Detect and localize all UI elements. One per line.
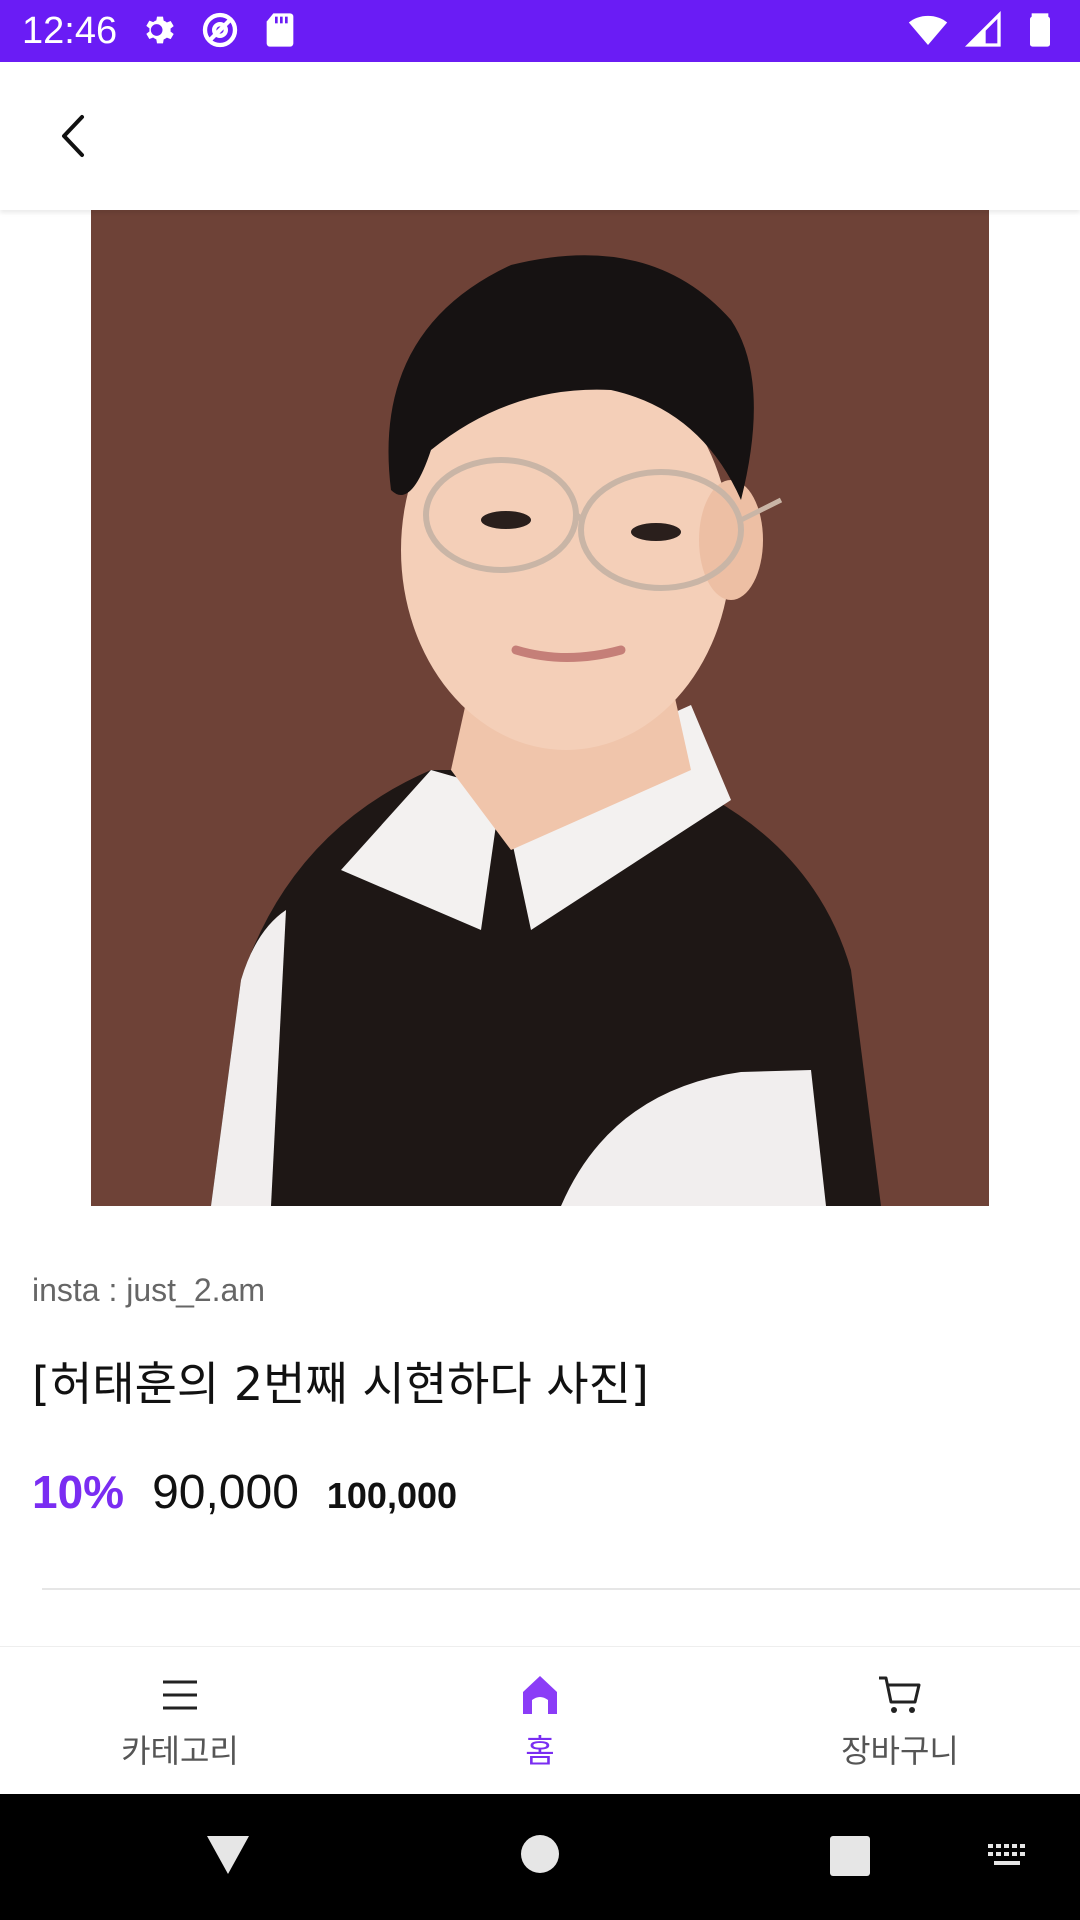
chevron-left-icon [62,115,84,157]
home-icon [523,1675,557,1714]
nav-label-category: 카테고리 [121,1731,239,1770]
sale-price: 90,000 [152,1466,299,1519]
original-price: 100,000 [326,1475,458,1516]
nav-item-cart[interactable]: 장바구니 [720,1647,1080,1794]
nav-item-home[interactable]: 홈 [360,1647,720,1794]
nav-label-home: 홈 [525,1731,555,1770]
keyboard-icon[interactable] [986,1842,1030,1870]
battery-icon [1030,13,1050,47]
signal-icon [964,10,1001,47]
back-triangle-icon[interactable] [205,1834,251,1876]
wifi-icon [908,15,948,45]
status-time: 12:46 [22,10,118,52]
nav-item-category[interactable]: 카테고리 [0,1647,360,1794]
at-sign-icon [202,12,238,48]
home-circle-icon[interactable] [520,1834,560,1874]
back-button[interactable] [40,102,108,170]
settings-icon [146,16,174,44]
nav-label-cart: 장바구니 [841,1731,959,1770]
product-title: [허태훈의 2번째 시현하다 사진] [32,1357,649,1411]
portrait-illustration [91,210,989,1206]
price-row: 10% 90,000 100,000 [32,1465,457,1520]
status-icons-left [140,10,300,50]
status-icons-right [908,10,1060,50]
product-image[interactable] [91,210,989,1206]
recents-square-icon[interactable] [830,1836,870,1876]
bottom-nav: 카테고리 홈 장바구니 [0,1646,1080,1794]
discount-rate: 10% [32,1466,125,1518]
app-bar [0,62,1080,210]
menu-icon [163,1680,197,1709]
sd-card-icon [266,13,294,47]
cart-icon [879,1676,921,1713]
divider [42,1588,1080,1590]
status-bar: 12:46 [0,0,1080,62]
system-nav-bar [0,1794,1080,1920]
seller-text: insta : just_2.am [32,1272,265,1308]
